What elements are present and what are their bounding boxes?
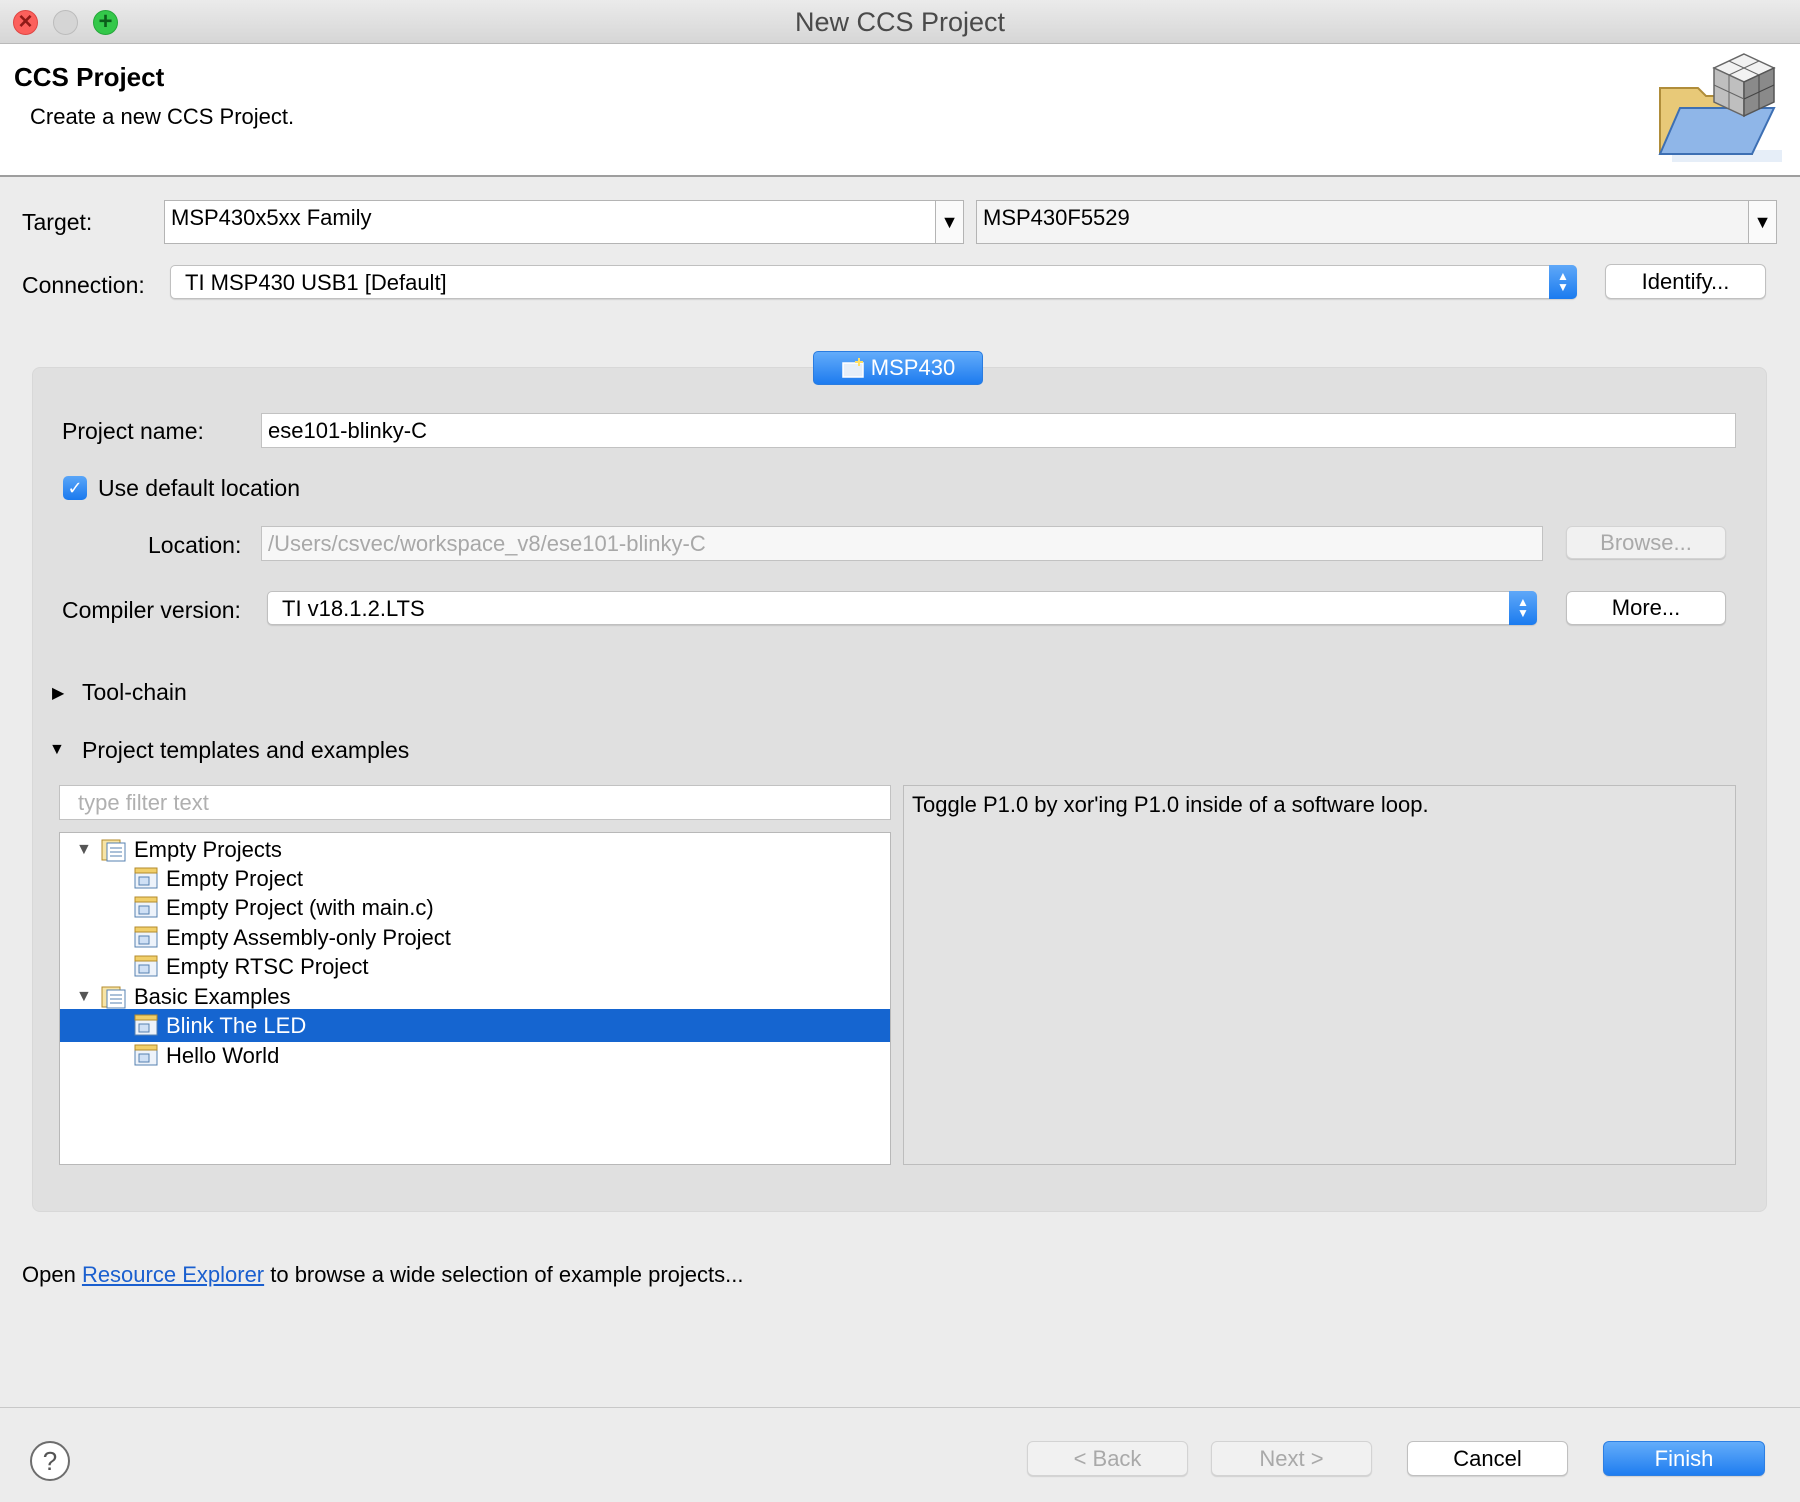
template-tree[interactable]: ▼ Empty Projects Empty Project Empty Pro… [59, 832, 891, 1165]
tree-item-empty-project-main-c[interactable]: Empty Project (with main.c) [60, 891, 890, 924]
next-button[interactable]: Next > [1211, 1441, 1372, 1476]
location-input[interactable]: /Users/csvec/workspace_v8/ese101-blinky-… [261, 526, 1543, 561]
resource-explorer-link[interactable]: Resource Explorer [82, 1262, 264, 1287]
use-default-location-checkbox[interactable]: ✓ [63, 476, 87, 500]
identify-button[interactable]: Identify... [1605, 264, 1766, 299]
cancel-button[interactable]: Cancel [1407, 1441, 1568, 1476]
more-button[interactable]: More... [1566, 591, 1726, 625]
compiler-version-select[interactable]: TI v18.1.2.LTS ▲ ▼ [267, 591, 1537, 625]
tree-item-hello-world[interactable]: Hello World [60, 1039, 890, 1072]
connection-select[interactable]: TI MSP430 USB1 [Default] ▲ ▼ [170, 265, 1577, 299]
location-label: Location: [148, 532, 242, 558]
use-default-location-label: Use default location [98, 475, 301, 501]
back-button[interactable]: < Back [1027, 1441, 1188, 1476]
tab-msp430[interactable]: MSP430 [813, 351, 983, 385]
target-family-value: MSP430x5xx Family [171, 205, 372, 230]
dropdown-arrow-icon[interactable]: ▼ [1748, 201, 1776, 243]
section-toolchain[interactable]: Tool-chain [82, 679, 187, 706]
finish-button[interactable]: Finish [1603, 1441, 1765, 1476]
chevron-down-icon[interactable]: ▼ [49, 741, 65, 759]
project-template-icon [134, 1044, 158, 1066]
new-folder-icon [842, 358, 864, 378]
project-name-input[interactable]: ese101-blinky-C [261, 413, 1736, 448]
target-device-combo[interactable]: MSP430F5529 ▼ [976, 200, 1777, 244]
project-template-icon [134, 955, 158, 977]
divider [0, 1407, 1800, 1408]
help-button[interactable]: ? [30, 1441, 70, 1481]
target-family-combo[interactable]: MSP430x5xx Family ▼ [164, 200, 964, 244]
project-template-icon [134, 1014, 158, 1036]
target-label: Target: [22, 209, 93, 235]
updown-arrows-icon: ▲ ▼ [1509, 591, 1537, 625]
connection-label: Connection: [22, 272, 145, 298]
tab-msp430-label: MSP430 [870, 355, 956, 380]
project-template-icon [134, 867, 158, 889]
tree-item-label: Empty RTSC Project [166, 954, 369, 979]
project-template-icon [134, 926, 158, 948]
window-title: New CCS Project [794, 7, 1006, 37]
template-folder-icon [101, 986, 126, 1009]
template-description: Toggle P1.0 by xor'ing P1.0 inside of a … [903, 785, 1736, 1165]
hint-suffix: to browse a wide selection of example pr… [264, 1262, 744, 1287]
connection-value: TI MSP430 USB1 [Default] [185, 270, 447, 295]
tree-item-label: Blink The LED [166, 1013, 307, 1038]
page-title: CCS Project [14, 62, 165, 92]
folder-cube-icon [1658, 53, 1782, 162]
project-name-label: Project name: [62, 418, 204, 444]
hint-prefix: Open [22, 1262, 82, 1287]
template-filter-input[interactable]: type filter text [59, 785, 891, 820]
chevron-right-icon[interactable]: ▶ [52, 683, 64, 703]
tree-item-label: Hello World [166, 1043, 280, 1068]
tree-item-label: Empty Project (with main.c) [166, 895, 434, 920]
template-folder-icon [101, 839, 126, 862]
wizard-header: CCS Project Create a new CCS Project. [0, 44, 1800, 177]
dropdown-arrow-icon[interactable]: ▼ [935, 201, 963, 243]
tree-item-blink-the-led[interactable]: Blink The LED [60, 1009, 890, 1042]
project-template-icon [134, 896, 158, 918]
compiler-version-value: TI v18.1.2.LTS [282, 596, 425, 621]
target-device-value: MSP430F5529 [983, 205, 1130, 230]
title-bar: × + New CCS Project [0, 0, 1800, 44]
checkmark-icon: ✓ [67, 478, 83, 498]
page-subtitle: Create a new CCS Project. [30, 104, 295, 129]
compiler-version-label: Compiler version: [62, 597, 241, 623]
updown-arrows-icon: ▲ ▼ [1549, 265, 1577, 299]
tree-item-empty-rtsc-project[interactable]: Empty RTSC Project [60, 950, 890, 983]
resource-explorer-hint: Open Resource Explorer to browse a wide … [22, 1262, 743, 1288]
section-templates[interactable]: Project templates and examples [82, 737, 409, 764]
browse-button[interactable]: Browse... [1566, 526, 1726, 559]
